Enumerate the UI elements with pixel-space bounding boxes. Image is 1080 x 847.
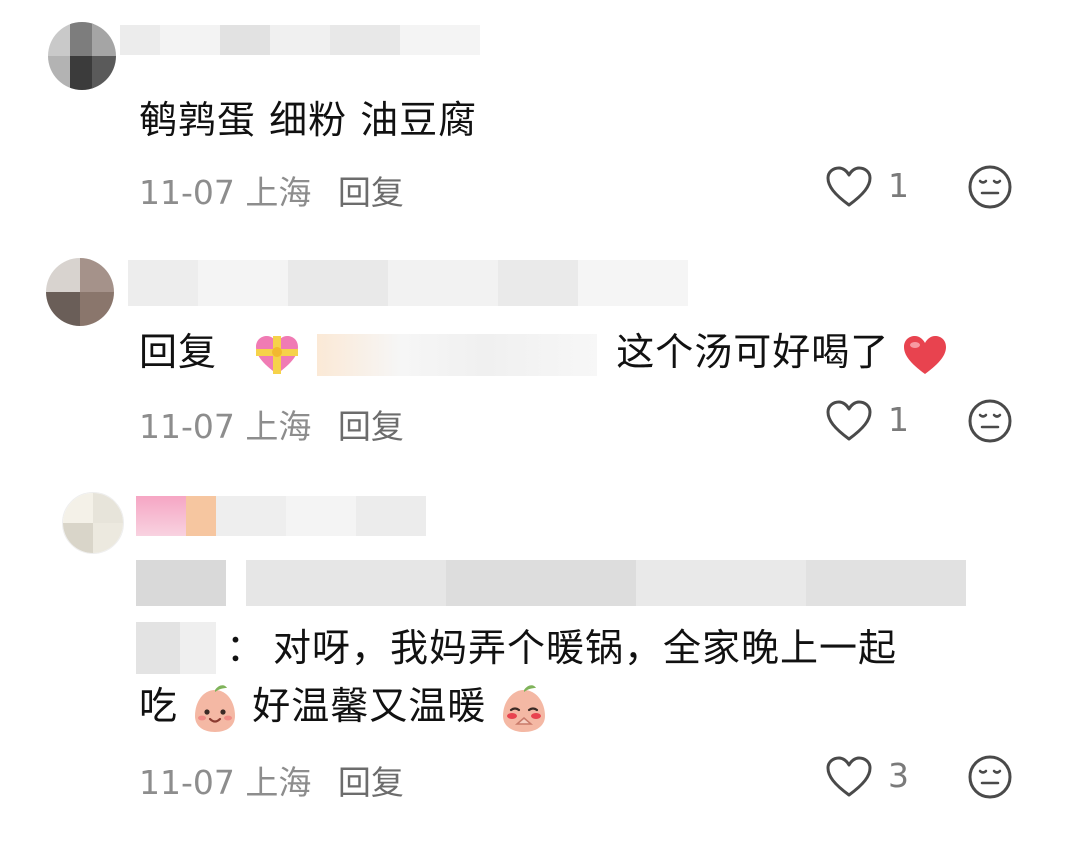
comment-location: 上海: [245, 173, 312, 212]
like-count: 1: [888, 400, 909, 439]
comment-body: 对呀，我妈弄个暖锅，全家晚上一起: [273, 626, 898, 670]
red-heart-emoji: [904, 335, 947, 374]
peach-smile-emoji: [195, 684, 236, 732]
mentioned-user-blurred[interactable]: [136, 622, 216, 674]
heart-with-ribbon-emoji: [256, 335, 299, 374]
comment-meta: 11-07 上海 回复: [139, 400, 404, 448]
neutral-face-icon[interactable]: [967, 398, 1013, 444]
heart-outline-icon[interactable]: [826, 756, 872, 798]
comment-meta: 11-07 上海 回复: [139, 756, 404, 804]
comment-location: 上海: [245, 763, 312, 802]
avatar[interactable]: [62, 492, 124, 554]
comment-body-a: 吃: [139, 684, 179, 728]
comment-body-b: 好温馨又温暖: [252, 684, 487, 728]
comment-body: 这个汤可好喝了: [616, 330, 890, 374]
comment-text-line1: ：对呀，我妈弄个暖锅，全家晚上一起: [226, 622, 897, 674]
comment-date: 11-07: [139, 763, 235, 802]
mentioned-user-blurred[interactable]: [317, 333, 598, 376]
username-blurred[interactable]: [120, 25, 500, 55]
reply-button[interactable]: 回复: [338, 407, 404, 446]
comment-date: 11-07: [139, 173, 235, 212]
like-count: 1: [888, 166, 909, 205]
like-count: 3: [888, 756, 909, 795]
comment-text: 鹌鹑蛋 细粉 油豆腐: [139, 98, 478, 142]
comment-meta: 11-07 上海 回复: [139, 166, 404, 214]
comment-location: 上海: [245, 407, 312, 446]
username-blurred[interactable]: [128, 260, 688, 306]
comment-text-line2: 吃 好温馨又温暖: [139, 680, 549, 734]
reply-prefix: 回复: [139, 330, 218, 374]
colon: ：: [226, 626, 266, 670]
heart-outline-icon[interactable]: [826, 400, 872, 442]
neutral-face-icon[interactable]: [967, 164, 1013, 210]
heart-outline-icon[interactable]: [826, 166, 872, 208]
avatar[interactable]: [48, 22, 116, 90]
quoted-reply-blurred[interactable]: [136, 560, 966, 606]
comment-date: 11-07: [139, 407, 235, 446]
reply-button[interactable]: 回复: [338, 763, 404, 802]
username-blurred[interactable]: [136, 496, 426, 536]
avatar[interactable]: [46, 258, 114, 326]
peach-shy-emoji: [503, 684, 546, 732]
comment-text: 回复 这个汤可好喝了: [139, 326, 1039, 378]
reply-button[interactable]: 回复: [338, 173, 404, 212]
neutral-face-icon[interactable]: [967, 754, 1013, 800]
